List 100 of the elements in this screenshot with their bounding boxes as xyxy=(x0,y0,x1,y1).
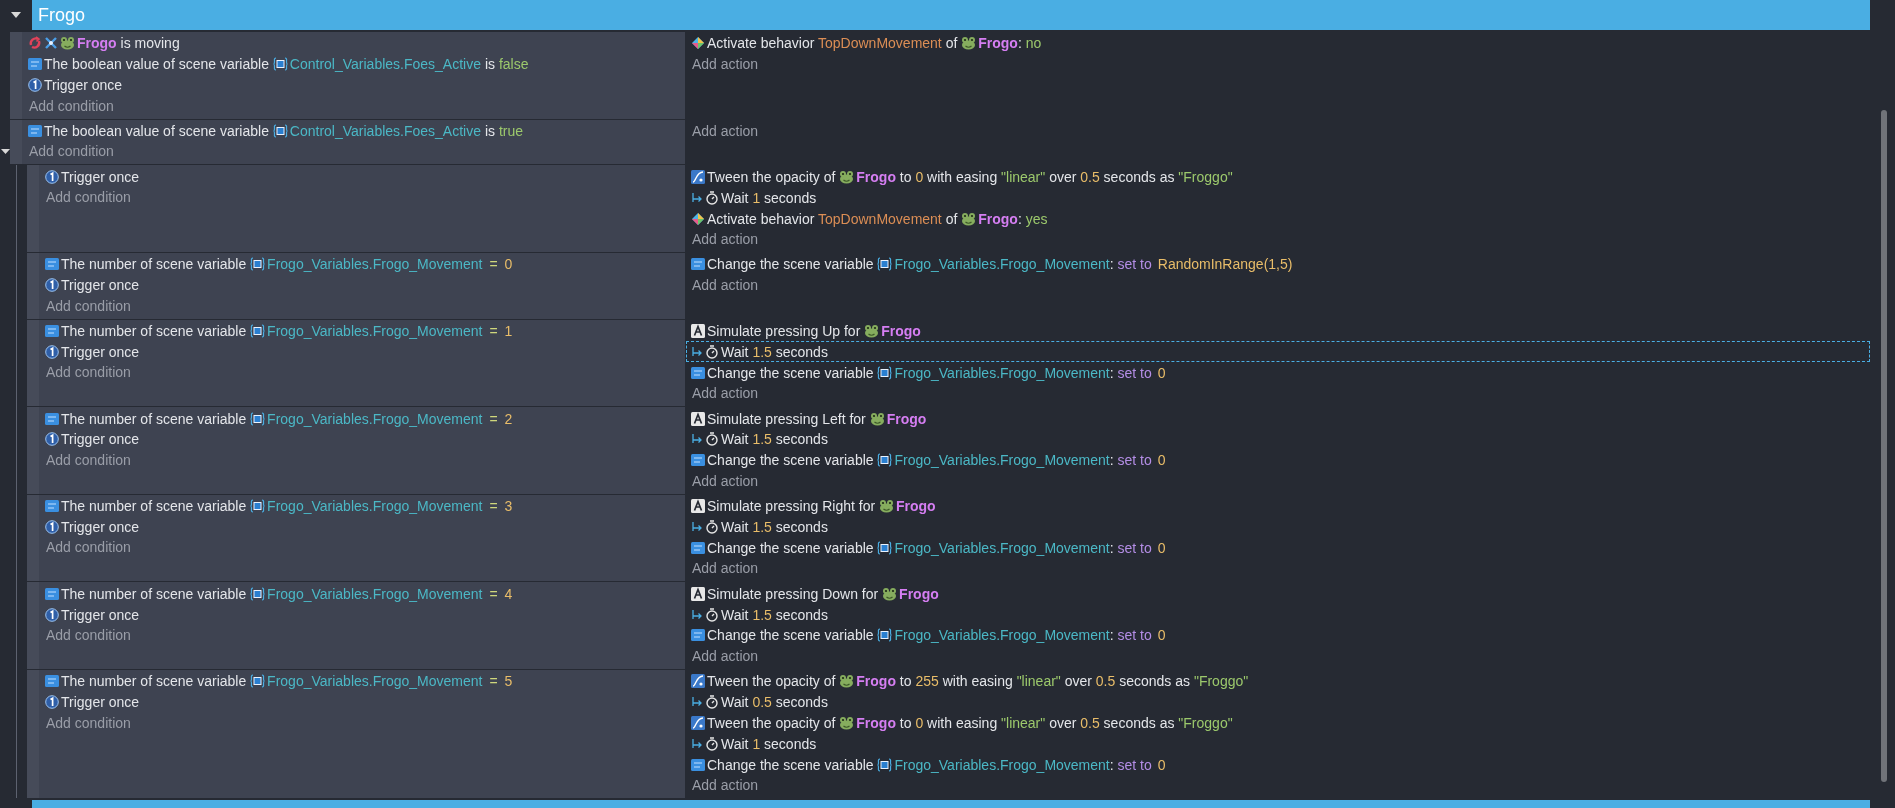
action-line[interactable]: Tween the opacity of Frogo to 255 with easing "linear" over 0.5 seconds as "Froggo" xyxy=(686,670,1870,692)
condition-line[interactable]: The boolean value of scene variable Control_Variables.Foes_Active is false xyxy=(23,53,683,75)
event-handle[interactable] xyxy=(27,407,39,494)
condition-line[interactable]: Trigger once xyxy=(40,166,683,188)
condition-line[interactable]: Trigger once xyxy=(40,691,683,713)
action-text: Frogo_Variables.Frogo_Movement: set to 0 xyxy=(894,756,1166,773)
add-action-link[interactable]: Add action xyxy=(687,558,759,580)
stopwatch-icon xyxy=(705,695,719,710)
condition-line[interactable]: The number of scene variable Frogo_Variables.Frogo_Movement = 5 xyxy=(40,670,683,692)
add-action-link[interactable]: Add action xyxy=(687,229,759,250)
keyboard-key-icon xyxy=(691,586,705,601)
action-text: Wait 1 seconds xyxy=(721,189,817,206)
action-line[interactable]: Activate behavior TopDownMovement of Frogo: yes xyxy=(686,208,1870,229)
action-text: Wait 0.5 seconds xyxy=(721,694,828,711)
condition-line[interactable]: Trigger once xyxy=(40,274,683,296)
action-line[interactable]: Wait 0.5 seconds xyxy=(686,691,1870,713)
event-handle[interactable] xyxy=(10,119,22,165)
add-condition-link[interactable]: Add condition xyxy=(41,187,131,209)
add-condition-link[interactable]: Add condition xyxy=(41,625,131,646)
condition-line[interactable]: Trigger once xyxy=(23,74,683,96)
add-action-link[interactable]: Add action xyxy=(687,53,759,75)
add-action-link[interactable]: Add action xyxy=(687,645,759,667)
add-condition-link[interactable]: Add condition xyxy=(24,141,114,163)
condition-line[interactable]: The number of scene variable Frogo_Variables.Frogo_Movement = 3 xyxy=(40,495,683,517)
condition-text: The number of scene variable xyxy=(61,585,248,602)
variable-icon xyxy=(45,587,59,600)
event-handle[interactable] xyxy=(27,494,39,582)
action-line[interactable]: Wait 1.5 seconds xyxy=(686,604,1870,626)
add-action-link[interactable]: Add action xyxy=(687,775,759,797)
frog-icon xyxy=(839,169,855,184)
trigger-once-icon xyxy=(45,344,59,359)
add-action-link[interactable]: Add action xyxy=(687,120,759,142)
action-line[interactable]: Wait 1 seconds xyxy=(686,733,1870,755)
event-handle[interactable] xyxy=(10,32,22,119)
condition-line[interactable]: Trigger once xyxy=(40,516,683,538)
condition-text: Trigger once xyxy=(61,694,140,711)
frog-icon xyxy=(961,211,977,226)
action-text: Change the scene variable xyxy=(707,452,875,469)
action-line[interactable]: Change the scene variable Frogo_Variables.Frogo_Movement: set to 0 xyxy=(686,754,1870,776)
condition-text: The boolean value of scene variable xyxy=(44,123,270,139)
event-handle[interactable] xyxy=(27,582,39,669)
stopwatch-icon xyxy=(705,344,719,359)
action-line[interactable]: Wait 1.5 seconds xyxy=(686,429,1870,450)
action-text: Simulate pressing Left for xyxy=(707,410,867,427)
variable-icon xyxy=(45,500,59,513)
event-handle[interactable] xyxy=(27,165,39,252)
condition-line[interactable]: The boolean value of scene variable Control_Variables.Foes_Active is true xyxy=(23,120,683,142)
condition-line[interactable]: Trigger once xyxy=(40,604,683,626)
add-condition-link[interactable]: Add condition xyxy=(41,449,131,471)
add-condition-link[interactable]: Add condition xyxy=(24,95,114,117)
action-text: Frogo to 255 with easing "linear" over 0.5 seconds as "Froggo" xyxy=(856,673,1249,690)
add-action-link[interactable]: Add action xyxy=(687,274,759,296)
condition-line[interactable]: The number of scene variable Frogo_Variables.Frogo_Movement = 4 xyxy=(40,583,683,605)
condition-line[interactable]: The number of scene variable Frogo_Variables.Frogo_Movement = 2 xyxy=(40,408,683,430)
tween-icon xyxy=(691,169,705,184)
action-line[interactable]: Simulate pressing Up for Frogo xyxy=(686,320,1870,342)
action-text: Tween the opacity of xyxy=(707,715,837,732)
variable-icon xyxy=(691,258,705,271)
tween-icon xyxy=(691,674,705,689)
action-line[interactable]: Simulate pressing Right for Frogo xyxy=(686,495,1870,517)
event-handle[interactable] xyxy=(27,252,39,319)
action-text: Frogo xyxy=(881,323,921,339)
add-condition-link[interactable]: Add condition xyxy=(41,712,131,734)
action-text: Frogo_Variables.Frogo_Movement: set to 0 xyxy=(894,627,1166,644)
action-line[interactable]: Wait 1.5 seconds xyxy=(686,516,1870,538)
add-action-link[interactable]: Add action xyxy=(687,383,759,405)
action-line[interactable]: Activate behavior TopDownMovement of Frogo: no xyxy=(686,33,1870,54)
collapse-arrow-icon[interactable] xyxy=(0,147,10,157)
condition-line[interactable]: Trigger once xyxy=(40,341,683,363)
condition-line[interactable]: The number of scene variable Frogo_Variables.Frogo_Movement = 1 xyxy=(40,320,683,342)
event-handle[interactable] xyxy=(27,319,39,407)
group-header-bar[interactable] xyxy=(32,800,1870,808)
collapse-arrow-icon[interactable] xyxy=(11,10,21,20)
action-line[interactable]: Wait 1 seconds xyxy=(686,187,1870,209)
condition-text: Trigger once xyxy=(61,277,140,294)
action-line[interactable]: Change the scene variable Frogo_Variables.Frogo_Movement: set to 0 xyxy=(686,362,1870,384)
variable-icon xyxy=(691,366,705,379)
async-arrow-icon xyxy=(691,696,703,709)
action-text: Wait 1 seconds xyxy=(721,735,817,752)
action-line[interactable]: Tween the opacity of Frogo to 0 with easing "linear" over 0.5 seconds as "Froggo" xyxy=(686,712,1870,734)
add-action-link[interactable]: Add action xyxy=(687,470,759,492)
action-line[interactable]: Change the scene variable Frogo_Variables.Frogo_Movement: set to RandomInRange(1,5) xyxy=(686,253,1870,275)
action-line[interactable]: Change the scene variable Frogo_Variables.Frogo_Movement: set to 0 xyxy=(686,537,1870,559)
add-condition-link[interactable]: Add condition xyxy=(41,537,131,559)
condition-line[interactable]: Frogo is moving xyxy=(23,33,683,54)
add-condition-link[interactable]: Add condition xyxy=(41,295,131,317)
action-line[interactable]: Tween the opacity of Frogo to 0 with easing "linear" over 0.5 seconds as "Froggo" xyxy=(686,166,1870,188)
action-line[interactable]: Simulate pressing Down for Frogo xyxy=(686,583,1870,605)
action-text: Simulate pressing Up for xyxy=(707,323,862,339)
action-line[interactable]: Change the scene variable Frogo_Variables.Frogo_Movement: set to 0 xyxy=(686,625,1870,646)
async-arrow-icon xyxy=(691,191,703,204)
add-condition-link[interactable]: Add condition xyxy=(41,362,131,384)
variable-braces-icon xyxy=(877,453,893,468)
action-line[interactable]: Simulate pressing Left for Frogo xyxy=(686,408,1870,430)
scrollbar[interactable] xyxy=(1881,110,1887,782)
condition-line[interactable]: Trigger once xyxy=(40,429,683,450)
condition-text: Control_Variables.Foes_Active is true xyxy=(289,123,523,139)
event-handle[interactable] xyxy=(27,669,39,799)
condition-line[interactable]: The number of scene variable Frogo_Variables.Frogo_Movement = 0 xyxy=(40,253,683,275)
action-line[interactable]: Change the scene variable Frogo_Variables.Frogo_Movement: set to 0 xyxy=(686,449,1870,471)
